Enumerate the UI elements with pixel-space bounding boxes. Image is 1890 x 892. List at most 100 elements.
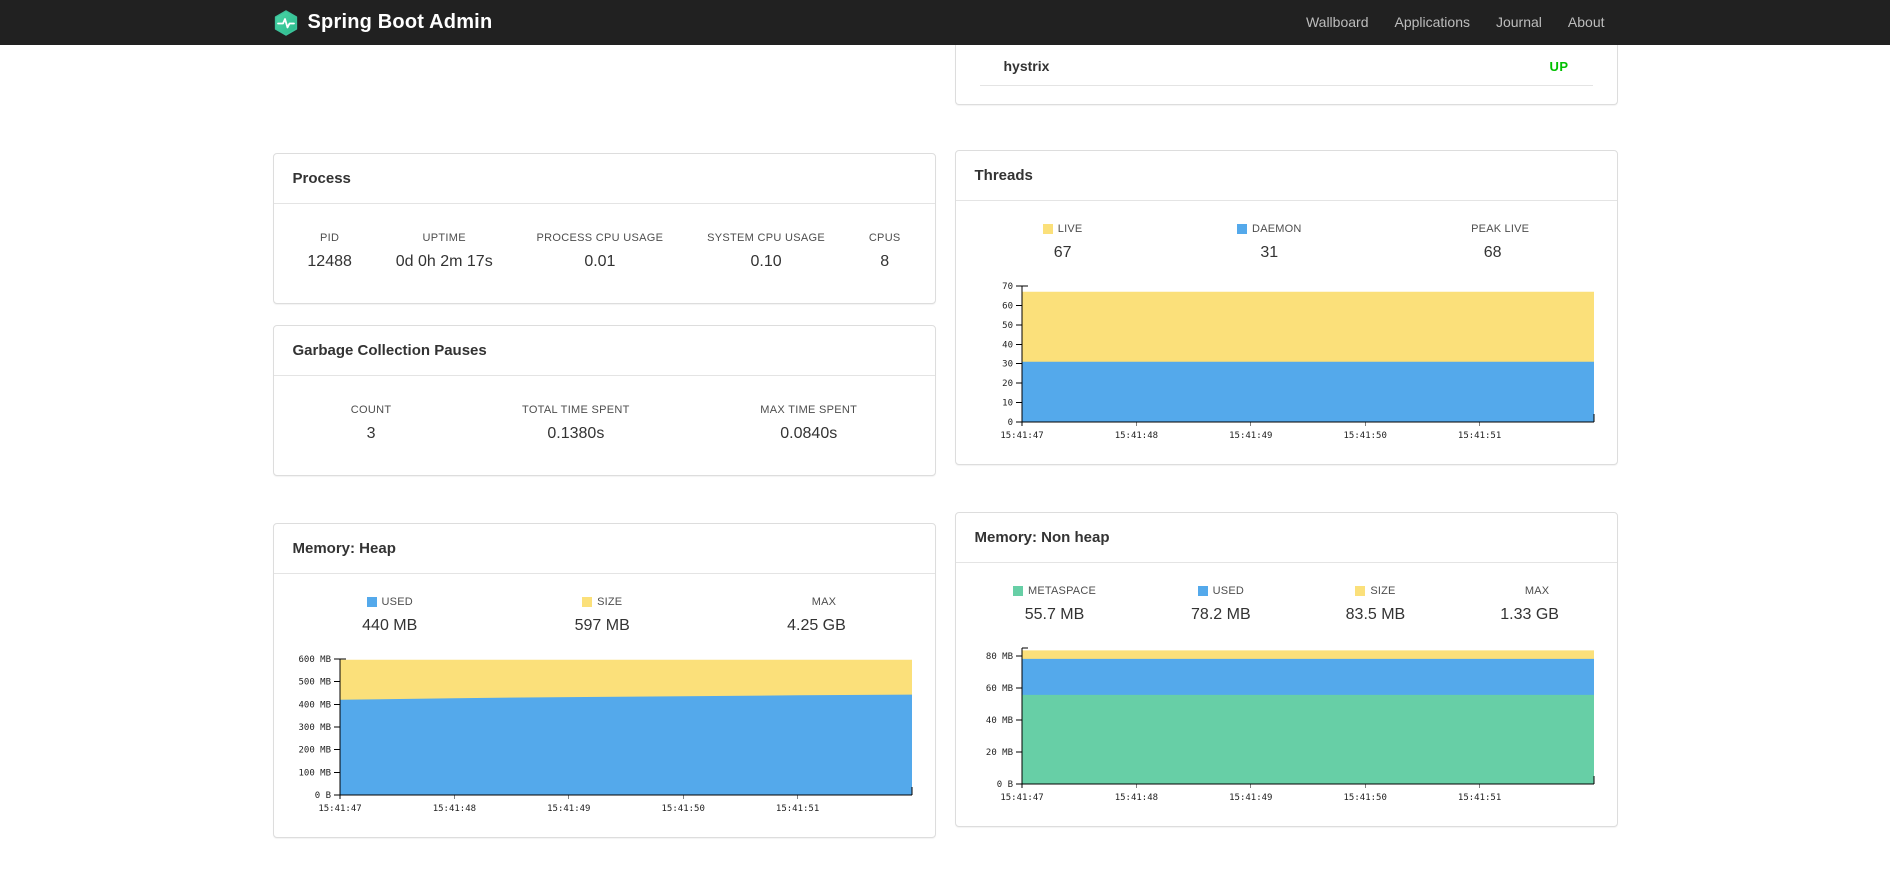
threads-legend: LIVE 67 DAEMON 31 PEAK LIVE 68 [956,201,1617,262]
svg-text:60: 60 [1002,301,1013,311]
svg-text:15:41:50: 15:41:50 [1344,793,1387,803]
legend-value: 4.25 GB [787,617,846,634]
svg-text:600 MB: 600 MB [298,655,331,665]
memory-heap-chart: 0 B 100 MB 200 MB 300 MB 400 MB 500 MB 600 MB 1… [274,651,935,823]
metric-gc-total-time: TOTAL TIME SPENT 0.1380s [522,404,630,443]
metric-value: 0.10 [750,253,782,270]
legend-label: METASPACE [1028,585,1097,597]
chart-svg: 0 B 100 MB 200 MB 300 MB 400 MB 500 MB 600 MB 1… [298,655,913,814]
metric-label: UPTIME [422,232,466,244]
legend-item-max: MAX 1.33 GB [1500,585,1559,624]
svg-text:15:41:48: 15:41:48 [433,804,476,814]
svg-text:10: 10 [1002,399,1013,409]
memory-heap-legend: USED 440 MB SIZE 597 MB MAX 4.25 GB [274,574,935,635]
nav-item-journal[interactable]: Journal [1483,0,1555,45]
svg-text:15:41:51: 15:41:51 [1458,431,1501,441]
svg-text:70: 70 [1002,282,1013,292]
legend-value: 1.33 GB [1500,606,1559,623]
metric-uptime: UPTIME 0d 0h 2m 17s [396,232,493,271]
legend-value: 78.2 MB [1191,606,1251,623]
legend-value: 83.5 MB [1345,606,1406,623]
svg-text:400 MB: 400 MB [298,700,331,710]
legend-label: USED [1212,585,1245,597]
legend-value: 67 [1053,244,1072,261]
right-column: hystrix UP Threads LIVE 67 DAEMON 31 PEA… [954,45,1618,827]
svg-text:500 MB: 500 MB [298,678,331,688]
svg-text:15:41:47: 15:41:47 [1000,431,1043,441]
process-panel-title: Process [273,154,935,204]
legend-swatch [1013,586,1023,596]
legend-label: USED [381,596,413,608]
svg-text:15:41:47: 15:41:47 [1000,793,1043,803]
svg-text:30: 30 [1002,360,1013,370]
legend-item-max: MAX 4.25 GB [787,596,846,635]
details-page: Process PID 12488 UPTIME 0d 0h 2m 17s PR… [272,45,1618,838]
legend-label: LIVE [1057,223,1083,235]
svg-text:50: 50 [1002,321,1013,331]
svg-text:15:41:50: 15:41:50 [662,804,705,814]
spring-boot-admin-logo-icon [273,9,299,36]
svg-text:0 B: 0 B [315,791,331,801]
legend-value: 68 [1483,244,1502,261]
metric-cpus: CPUS 8 [869,232,901,271]
process-panel: Process PID 12488 UPTIME 0d 0h 2m 17s PR… [272,153,936,304]
svg-text:20 MB: 20 MB [986,748,1013,758]
legend-item-used: USED 78.2 MB [1191,585,1251,624]
svg-text:200 MB: 200 MB [298,746,331,756]
svg-text:15:41:47: 15:41:47 [318,804,361,814]
svg-text:15:41:49: 15:41:49 [1229,793,1272,803]
gc-metrics: COUNT 3 TOTAL TIME SPENT 0.1380s MAX TIM… [274,376,935,475]
svg-text:15:41:48: 15:41:48 [1115,431,1158,441]
legend-label: SIZE [597,596,623,608]
legend-label: DAEMON [1252,223,1302,235]
health-panel: hystrix UP [954,45,1618,105]
metric-gc-max-time: MAX TIME SPENT 0.0840s [760,404,857,443]
health-row-hystrix: hystrix UP [979,45,1593,86]
svg-text:15:41:49: 15:41:49 [547,804,590,814]
legend-item-peak-live: PEAK LIVE 68 [1456,223,1529,262]
svg-text:15:41:48: 15:41:48 [1115,793,1158,803]
memory-nonheap-chart: 0 B 20 MB 40 MB 60 MB 80 MB 15:41:47 15:41:48 1… [956,640,1617,812]
metric-label: PID [320,232,340,244]
memory-heap-panel-title: Memory: Heap [273,524,935,574]
status-badge: UP [1549,58,1569,74]
svg-text:80 MB: 80 MB [986,652,1013,662]
memory-heap-panel: Memory: Heap USED 440 MB SIZE 597 MB MAX… [272,523,936,838]
svg-text:15:41:51: 15:41:51 [776,804,819,814]
threads-panel-title: Threads [955,151,1617,201]
health-item-name: hystrix [1003,58,1050,74]
nav-item-applications[interactable]: Applications [1381,0,1483,45]
metric-label: CPUS [868,232,901,244]
legend-label: MAX [1524,585,1550,597]
metric-value: 3 [366,425,376,442]
chart-svg: 0 10 20 30 40 50 60 70 15:41:47 15:41:48 15:41:49 1… [1000,282,1595,441]
legend-item-live: LIVE 67 [1042,223,1083,262]
legend-label: PEAK LIVE [1471,223,1530,235]
svg-text:300 MB: 300 MB [298,723,331,733]
threads-panel: Threads LIVE 67 DAEMON 31 PEAK LIVE 68 0… [954,150,1618,465]
legend-swatch [582,597,593,607]
svg-text:40 MB: 40 MB [986,716,1013,726]
svg-text:0: 0 [1008,418,1013,428]
legend-value: 55.7 MB [1024,606,1085,623]
main-nav: Wallboard Applications Journal About [1293,0,1618,45]
metric-pid: PID 12488 [307,232,352,271]
svg-text:60 MB: 60 MB [986,684,1013,694]
svg-text:15:41:50: 15:41:50 [1344,431,1387,441]
metric-system-cpu: SYSTEM CPU USAGE 0.10 [707,232,825,271]
legend-item-size: SIZE 83.5 MB [1346,585,1406,624]
metric-value: 0.01 [584,253,616,270]
nav-item-wallboard[interactable]: Wallboard [1293,0,1382,45]
legend-value: 597 MB [574,617,630,634]
brand-link[interactable]: Spring Boot Admin [273,9,493,36]
legend-swatch [1197,586,1208,596]
metric-process-cpu: PROCESS CPU USAGE 0.01 [537,232,664,271]
metric-label: MAX TIME SPENT [760,404,858,416]
nav-item-about[interactable]: About [1555,0,1618,45]
metric-label: PROCESS CPU USAGE [536,232,664,244]
svg-text:100 MB: 100 MB [298,768,331,778]
metric-label: SYSTEM CPU USAGE [707,232,825,244]
legend-swatch [1355,586,1366,596]
legend-swatch [366,597,377,607]
gc-panel: Garbage Collection Pauses COUNT 3 TOTAL … [272,325,936,476]
